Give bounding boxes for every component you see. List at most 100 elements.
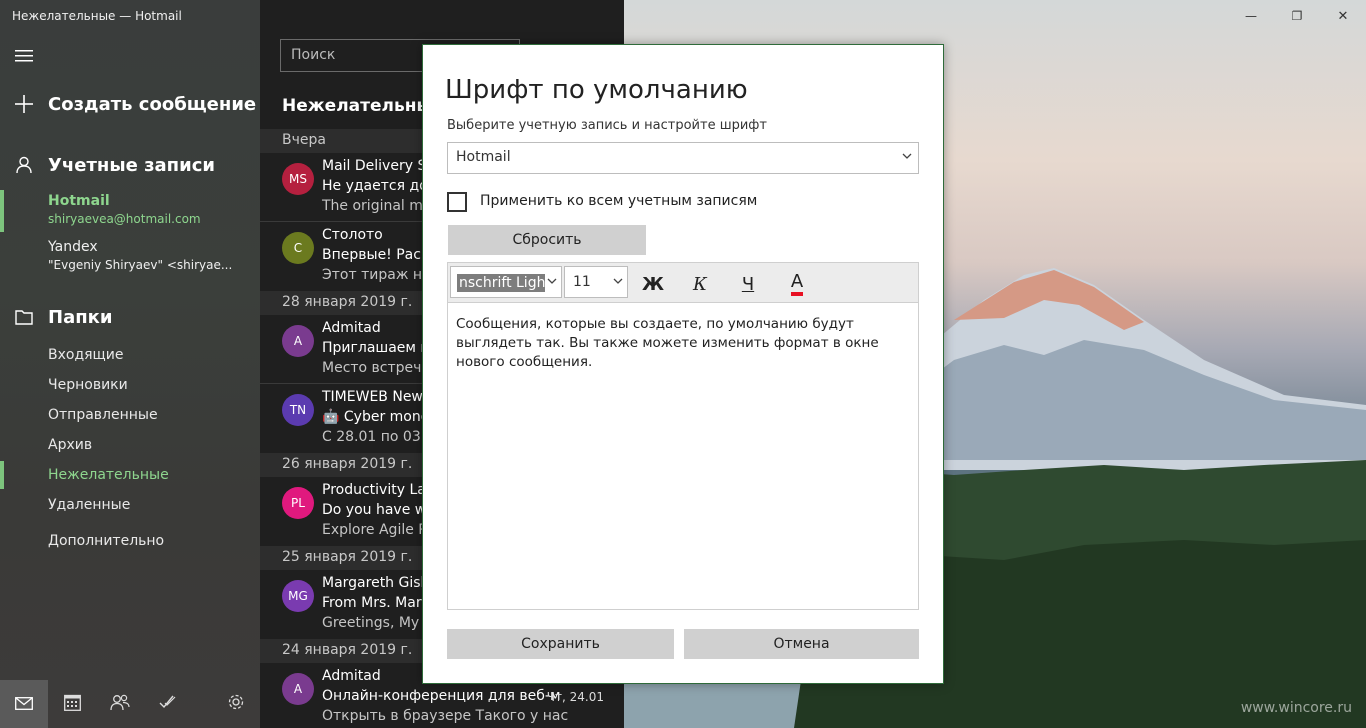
close-button[interactable]: ✕ bbox=[1320, 0, 1366, 32]
restore-icon: ❐ bbox=[1291, 9, 1303, 23]
account-select-value: Hotmail bbox=[456, 149, 511, 165]
account-hotmail[interactable]: Hotmail shiryaevea@hotmail.com bbox=[48, 193, 201, 226]
message-preview: С 28.01 по 03.0 bbox=[322, 429, 435, 445]
avatar: A bbox=[282, 325, 314, 357]
calendar-icon bbox=[63, 694, 81, 715]
message-subject: Онлайн-конференция для веб-м bbox=[322, 688, 561, 704]
dialog-title: Шрифт по умолчанию bbox=[445, 75, 748, 105]
folder-more[interactable]: Дополнительно bbox=[48, 533, 164, 549]
avatar: MS bbox=[282, 163, 314, 195]
close-icon: ✕ bbox=[1337, 8, 1349, 24]
people-icon bbox=[110, 694, 130, 715]
message-subject: Не удается дос bbox=[322, 178, 436, 194]
minimize-button[interactable]: — bbox=[1228, 0, 1274, 32]
minimize-icon: — bbox=[1245, 9, 1257, 23]
window-title: Нежелательные — Hotmail bbox=[12, 9, 182, 23]
todo-icon bbox=[159, 694, 177, 714]
avatar: A bbox=[282, 673, 314, 705]
chevron-down-icon bbox=[613, 276, 623, 287]
account-email: "Evgeniy Shiryaev" <shiryae... bbox=[48, 258, 233, 272]
restore-button[interactable]: ❐ bbox=[1274, 0, 1320, 32]
folders-header[interactable]: Папки bbox=[0, 303, 260, 331]
folder-sent[interactable]: Отправленные bbox=[48, 407, 158, 423]
watermark: www.wincore.ru bbox=[1240, 700, 1352, 716]
message-preview: The original me bbox=[322, 198, 432, 214]
settings-icon bbox=[227, 693, 245, 715]
active-account-indicator bbox=[0, 190, 4, 232]
font-size-value: 11 bbox=[573, 274, 591, 290]
message-sender: Столото bbox=[322, 227, 383, 243]
account-name: Hotmail bbox=[48, 193, 110, 209]
hamburger-icon bbox=[0, 49, 48, 63]
font-color-icon: А bbox=[790, 272, 804, 296]
message-sender: Mail Delivery Su bbox=[322, 158, 436, 174]
message-preview: Открыть в браузере Такого у нас bbox=[322, 708, 569, 724]
folder-title: Нежелательные bbox=[282, 96, 444, 116]
new-message-button[interactable]: Создать сообщение bbox=[0, 90, 260, 118]
message-preview: Greetings, My r bbox=[322, 615, 430, 631]
apply-all-checkbox[interactable] bbox=[447, 192, 467, 212]
avatar: С bbox=[282, 232, 314, 264]
chevron-down-icon bbox=[902, 151, 912, 162]
message-subject: From Mrs. Marg bbox=[322, 595, 431, 611]
message-sender: Productivity Lar bbox=[322, 482, 432, 498]
active-folder-indicator bbox=[0, 461, 4, 489]
bold-button[interactable]: Ж bbox=[638, 271, 668, 297]
settings-button[interactable] bbox=[212, 680, 260, 728]
message-sender: Margareth Gisk bbox=[322, 575, 429, 591]
title-bar: Нежелательные — Hotmail — ❐ ✕ bbox=[0, 0, 1366, 32]
avatar: TN bbox=[282, 394, 314, 426]
folder-icon bbox=[0, 309, 48, 325]
folder-drafts[interactable]: Черновики bbox=[48, 377, 128, 393]
message-preview: Место встречи bbox=[322, 360, 431, 376]
message-subject: 🤖 Cyber mond bbox=[322, 409, 430, 425]
accounts-header[interactable]: Учетные записи bbox=[0, 151, 260, 179]
apply-all-label[interactable]: Применить ко всем учетным записям bbox=[480, 193, 757, 209]
account-name: Yandex bbox=[48, 239, 98, 255]
accounts-header-label: Учетные записи bbox=[48, 154, 216, 176]
font-name-select[interactable]: nschrift Light bbox=[450, 266, 562, 298]
message-sender: TIMEWEB News bbox=[322, 389, 431, 405]
app-switcher-bar bbox=[0, 680, 260, 728]
new-message-label: Создать сообщение bbox=[48, 93, 257, 115]
person-icon bbox=[0, 156, 48, 174]
default-font-dialog: Шрифт по умолчанию Выберите учетную запи… bbox=[422, 44, 944, 684]
mail-icon bbox=[15, 695, 33, 714]
message-sender: Admitad bbox=[322, 668, 381, 684]
message-preview: Explore Agile P bbox=[322, 522, 427, 538]
account-yandex[interactable]: Yandex "Evgeniy Shiryaev" <shiryae... bbox=[48, 239, 232, 272]
cancel-button[interactable]: Отмена bbox=[684, 629, 919, 659]
format-toolbar: nschrift Light 11 Ж К Ч А bbox=[447, 262, 919, 302]
font-size-select[interactable]: 11 bbox=[564, 266, 628, 298]
dialog-subtitle: Выберите учетную запись и настройте шриф… bbox=[447, 118, 767, 133]
account-select[interactable]: Hotmail bbox=[447, 142, 919, 174]
folders-header-label: Папки bbox=[48, 306, 113, 328]
navigation-pane: Создать сообщение Учетные записи Hotmail… bbox=[0, 0, 260, 728]
chevron-down-icon bbox=[547, 276, 557, 287]
save-button[interactable]: Сохранить bbox=[447, 629, 674, 659]
italic-button[interactable]: К bbox=[685, 271, 715, 297]
folder-junk[interactable]: Нежелательные bbox=[48, 467, 169, 483]
avatar: PL bbox=[282, 487, 314, 519]
folder-archive[interactable]: Архив bbox=[48, 437, 92, 453]
message-sender: Admitad bbox=[322, 320, 381, 336]
reset-button[interactable]: Сбросить bbox=[448, 225, 646, 255]
mail-button[interactable] bbox=[0, 680, 48, 728]
todo-button[interactable] bbox=[144, 680, 192, 728]
folder-inbox[interactable]: Входящие bbox=[48, 347, 123, 363]
account-email: shiryaevea@hotmail.com bbox=[48, 212, 201, 226]
avatar: MG bbox=[282, 580, 314, 612]
people-button[interactable] bbox=[96, 680, 144, 728]
message-subject: Do you have wl bbox=[322, 502, 431, 518]
underline-button[interactable]: Ч bbox=[733, 271, 763, 297]
folder-deleted[interactable]: Удаленные bbox=[48, 497, 130, 513]
message-subject: Приглашаем в bbox=[322, 340, 429, 356]
message-date: Чт, 24.01 bbox=[546, 690, 604, 704]
font-preview: Сообщения, которые вы создаете, по умолч… bbox=[447, 302, 919, 610]
plus-icon bbox=[0, 95, 48, 113]
calendar-button[interactable] bbox=[48, 680, 96, 728]
font-color-button[interactable]: А bbox=[782, 271, 812, 297]
message-subject: Впервые! Расп bbox=[322, 247, 431, 263]
hamburger-menu-button[interactable] bbox=[0, 42, 260, 70]
font-name-value: nschrift Light bbox=[457, 274, 545, 292]
